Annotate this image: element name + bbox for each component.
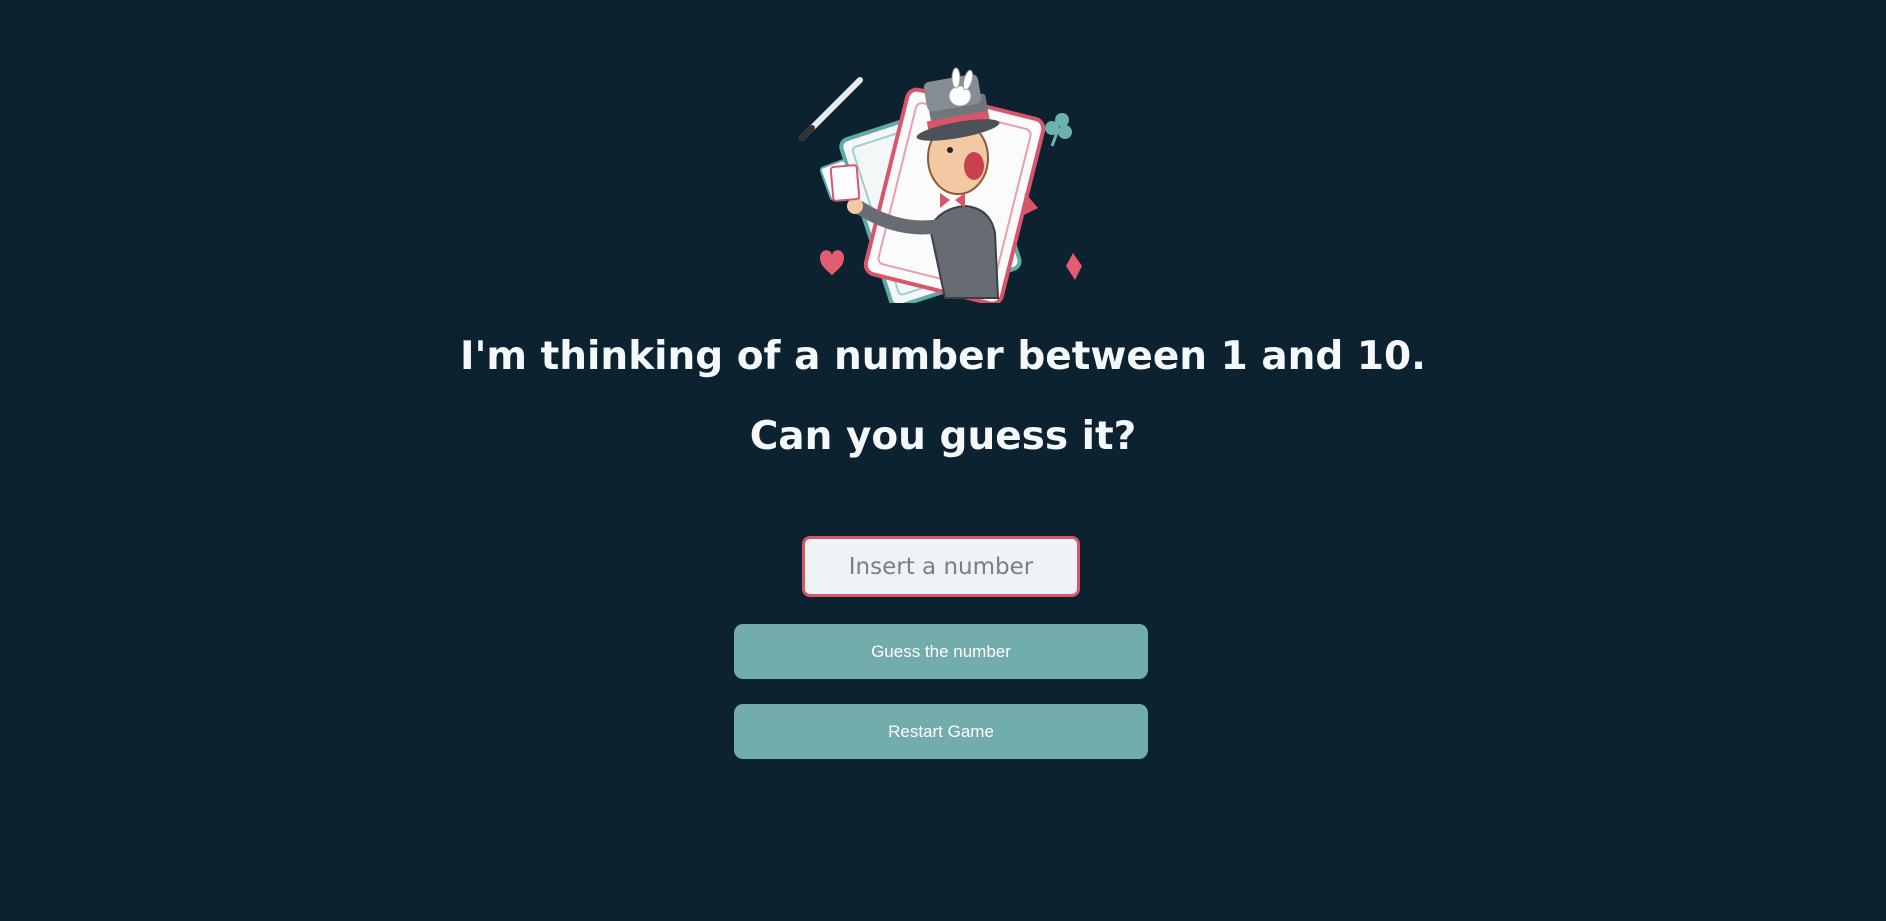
game-prompt-heading: I'm thinking of a number between 1 and 1… <box>459 334 1426 379</box>
restart-button[interactable]: Restart Game <box>734 704 1148 759</box>
game-subheading: Can you guess it? <box>749 414 1137 459</box>
game-page: I'm thinking of a number between 1 and 1… <box>0 0 1886 921</box>
guess-button[interactable]: Guess the number <box>734 624 1148 679</box>
number-input[interactable] <box>802 536 1080 597</box>
magician-with-cards-icon <box>799 67 1082 303</box>
